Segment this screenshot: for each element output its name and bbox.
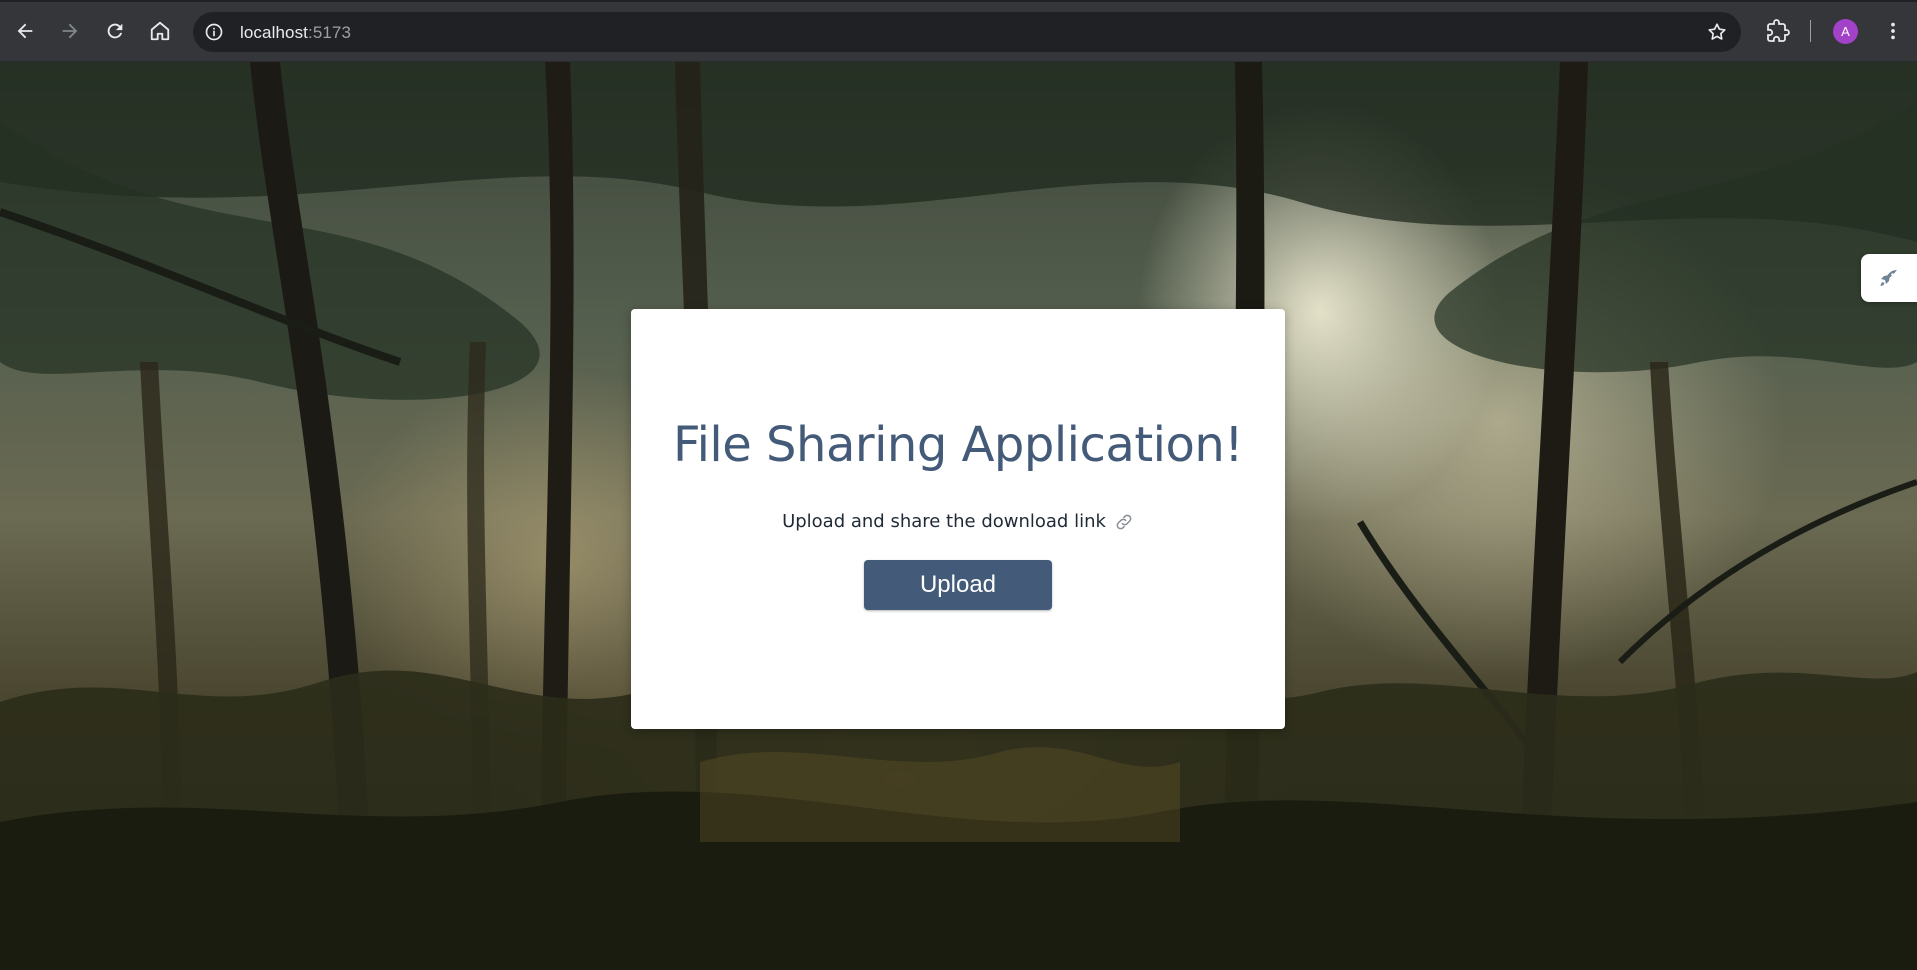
home-button[interactable]: [142, 13, 178, 49]
url-text[interactable]: localhost:5173: [240, 23, 351, 43]
toolbar-divider: [1810, 20, 1811, 42]
upload-button[interactable]: Upload: [864, 560, 1052, 610]
url-port: :5173: [308, 23, 352, 42]
page-viewport: File Sharing Application! Upload and sha…: [0, 62, 1917, 970]
tab-strip-edge: [0, 0, 1917, 2]
browser-menu-button[interactable]: [1877, 15, 1909, 47]
site-info-icon[interactable]: [203, 21, 225, 43]
forward-button[interactable]: [52, 13, 88, 49]
address-bar[interactable]: localhost:5173: [193, 12, 1741, 52]
page-title: File Sharing Application!: [672, 417, 1244, 473]
bookmark-star-icon[interactable]: [1705, 20, 1729, 44]
browser-toolbar: localhost:5173 A: [0, 0, 1917, 62]
reload-icon: [107, 23, 123, 39]
subtitle-text: Upload and share the download link: [782, 511, 1106, 532]
puzzle-icon: [1767, 19, 1790, 42]
rocket-icon: [1880, 270, 1897, 286]
reload-button[interactable]: [97, 13, 133, 49]
link-icon: [1114, 512, 1134, 532]
forward-arrow-icon: [62, 23, 78, 39]
profile-avatar[interactable]: A: [1833, 19, 1858, 44]
url-host: localhost: [240, 23, 308, 42]
back-arrow-icon: [17, 23, 33, 39]
back-button[interactable]: [7, 13, 43, 49]
extensions-button[interactable]: [1762, 15, 1794, 47]
home-icon: [150, 21, 170, 41]
upload-card: File Sharing Application! Upload and sha…: [631, 309, 1285, 729]
page-subtitle: Upload and share the download link: [782, 511, 1134, 532]
kebab-menu-icon: [1891, 22, 1895, 40]
floating-side-widget[interactable]: [1861, 254, 1917, 302]
